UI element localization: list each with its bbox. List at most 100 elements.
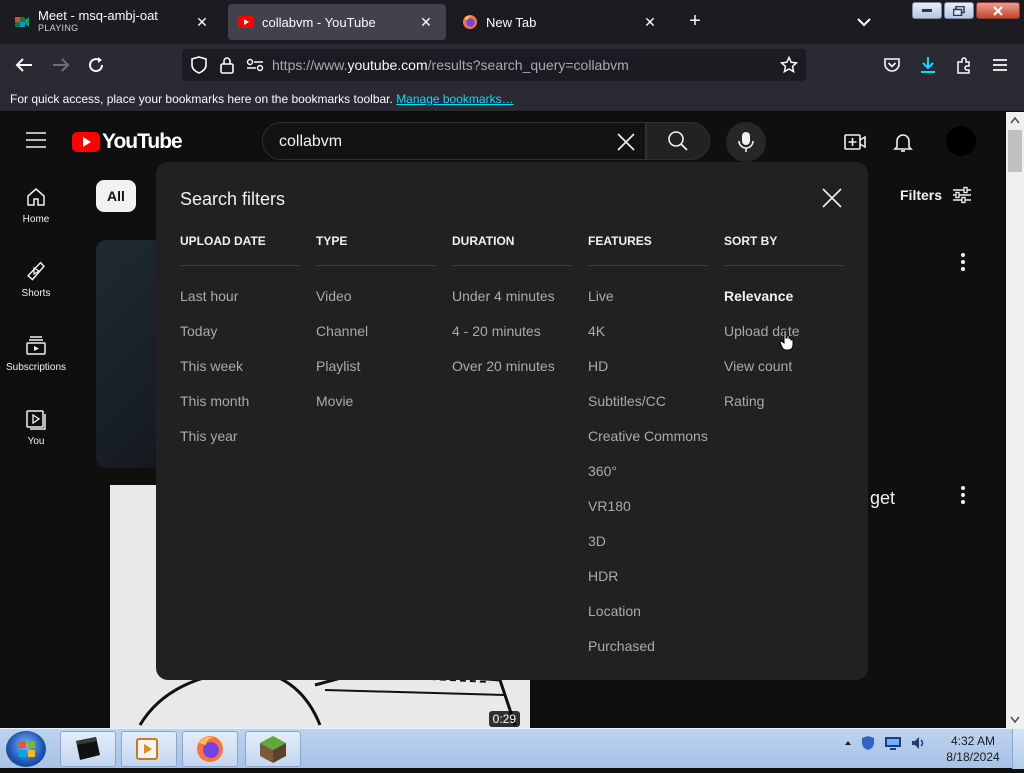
filter-column-header: UPLOAD DATE	[180, 234, 300, 266]
tracking-protection-shield-icon[interactable]	[188, 54, 210, 76]
manage-bookmarks-link[interactable]: Manage bookmarks…	[396, 92, 513, 106]
filter-option[interactable]: This month	[180, 393, 300, 428]
filter-option[interactable]: Creative Commons	[588, 428, 708, 463]
filter-option[interactable]: Over 20 minutes	[452, 358, 572, 393]
filter-option[interactable]: Last hour	[180, 288, 300, 323]
url-prefix: https://www.	[272, 57, 348, 73]
scroll-down-arrow-icon[interactable]	[1010, 716, 1020, 724]
restore-window-icon[interactable]	[944, 2, 974, 19]
close-dialog-x-icon[interactable]	[820, 186, 844, 210]
guide-item-shorts[interactable]: Shorts	[0, 242, 72, 316]
filter-option[interactable]: Purchased	[588, 638, 708, 673]
chip-all[interactable]: All	[96, 180, 136, 212]
filters-button[interactable]: Filters	[900, 186, 972, 204]
new-tab-plus-icon[interactable]: +	[684, 10, 706, 34]
meet-icon	[14, 14, 30, 30]
list-all-tabs-chevron-icon[interactable]	[854, 12, 874, 32]
search-input[interactable]: collabvm	[279, 133, 342, 151]
taskbar-app-media-player[interactable]	[121, 731, 177, 767]
filter-option[interactable]: This year	[180, 428, 300, 463]
video-title-fragment[interactable]: get	[870, 488, 895, 509]
filter-option[interactable]: Video	[316, 288, 436, 323]
minimize-window-icon[interactable]	[912, 2, 942, 19]
close-tab-icon[interactable]: ✕	[416, 14, 436, 31]
url-path: /results?search_query=collabvm	[427, 57, 629, 73]
url-text[interactable]: https://www.youtube.com/results?search_q…	[272, 57, 629, 73]
filter-option[interactable]: Location	[588, 603, 708, 638]
start-button-windows-icon[interactable]	[6, 731, 46, 767]
filter-option[interactable]: 3D	[588, 533, 708, 568]
close-tab-icon[interactable]: ✕	[640, 14, 660, 31]
filter-option[interactable]: HD	[588, 358, 708, 393]
guide-item-you[interactable]: You	[0, 390, 72, 464]
clear-search-x-icon[interactable]	[615, 131, 637, 153]
account-avatar[interactable]	[946, 126, 976, 156]
show-desktop-button[interactable]	[1012, 729, 1024, 769]
guide-item-label: Shorts	[21, 288, 51, 299]
page-scrollbar[interactable]	[1006, 112, 1024, 728]
create-video-icon[interactable]	[843, 130, 867, 154]
filter-option[interactable]: 4K	[588, 323, 708, 358]
lock-icon[interactable]	[216, 54, 238, 76]
back-arrow-icon[interactable]	[13, 54, 35, 76]
reload-icon[interactable]	[85, 54, 107, 76]
tab-new-tab[interactable]: New Tab ✕	[452, 4, 670, 40]
youtube-logo[interactable]: YouTube	[72, 130, 183, 154]
filter-option[interactable]: View count	[724, 358, 844, 393]
filter-option[interactable]: Live	[588, 288, 708, 323]
filter-option[interactable]: Under 4 minutes	[452, 288, 572, 323]
search-filters-dialog: Search filters UPLOAD DATE Last hour Tod…	[156, 162, 868, 680]
browser-tab-strip: Meet - msq-ambj-oat PLAYING ✕ collabvm -…	[0, 0, 1024, 44]
guide-item-label: Home	[22, 214, 50, 225]
taskbar-app-terminal[interactable]	[60, 731, 116, 767]
filter-option[interactable]: Channel	[316, 323, 436, 358]
more-actions-icon[interactable]	[960, 252, 966, 272]
search-box[interactable]: collabvm	[262, 122, 646, 160]
network-monitor-icon[interactable]	[884, 735, 902, 751]
app-menu-hamburger-icon[interactable]	[989, 54, 1011, 76]
volume-speaker-icon[interactable]	[910, 735, 928, 751]
filter-option-selected[interactable]: Relevance	[724, 288, 844, 323]
filter-option[interactable]: Playlist	[316, 358, 436, 393]
filter-option[interactable]: Today	[180, 323, 300, 358]
security-shield-icon[interactable]	[860, 735, 876, 751]
extensions-icon[interactable]	[953, 54, 975, 76]
bookmark-star-icon[interactable]	[778, 54, 800, 76]
address-bar[interactable]: https://www.youtube.com/results?search_q…	[182, 49, 806, 81]
pocket-icon[interactable]	[881, 54, 903, 76]
filter-column-header: SORT BY	[724, 234, 844, 266]
filter-option[interactable]: HDR	[588, 568, 708, 603]
taskbar-app-firefox[interactable]	[182, 731, 238, 767]
filter-option[interactable]: Rating	[724, 393, 844, 428]
filter-option[interactable]: Movie	[316, 393, 436, 428]
taskbar-app-minecraft[interactable]	[245, 731, 301, 767]
tab-youtube[interactable]: collabvm - YouTube ✕	[228, 4, 446, 40]
close-window-icon[interactable]	[976, 2, 1020, 19]
guide-item-subscriptions[interactable]: Subscriptions	[0, 316, 72, 390]
forward-arrow-icon[interactable]	[50, 54, 72, 76]
dialog-title: Search filters	[180, 189, 286, 209]
filter-option[interactable]: VR180	[588, 498, 708, 533]
scrollbar-thumb[interactable]	[1008, 130, 1022, 172]
home-icon	[27, 188, 45, 206]
clock-date: 8/18/2024	[946, 750, 1000, 764]
close-tab-icon[interactable]: ✕	[192, 14, 212, 31]
show-hidden-icons-arrow-icon[interactable]	[844, 739, 852, 747]
filter-option[interactable]: Subtitles/CC	[588, 393, 708, 428]
downloads-icon[interactable]	[917, 54, 939, 76]
guide-menu-hamburger-icon[interactable]	[24, 130, 48, 150]
voice-search-button[interactable]	[726, 122, 766, 162]
youtube-page: YouTube collabvm Home Shorts Subscriptio…	[0, 112, 1006, 728]
guide-item-home[interactable]: Home	[0, 168, 72, 242]
more-actions-icon[interactable]	[960, 485, 966, 505]
tab-meet[interactable]: Meet - msq-ambj-oat PLAYING ✕	[4, 4, 222, 40]
site-permissions-icon[interactable]	[244, 54, 266, 76]
notifications-bell-icon[interactable]	[891, 130, 915, 154]
filter-option[interactable]: 360°	[588, 463, 708, 498]
taskbar-clock[interactable]: 4:32 AM 8/18/2024	[940, 733, 1006, 765]
filter-option[interactable]: This week	[180, 358, 300, 393]
search-button[interactable]	[646, 122, 710, 160]
scroll-up-arrow-icon[interactable]	[1010, 116, 1020, 124]
system-tray	[844, 735, 928, 751]
filter-option[interactable]: 4 - 20 minutes	[452, 323, 572, 358]
